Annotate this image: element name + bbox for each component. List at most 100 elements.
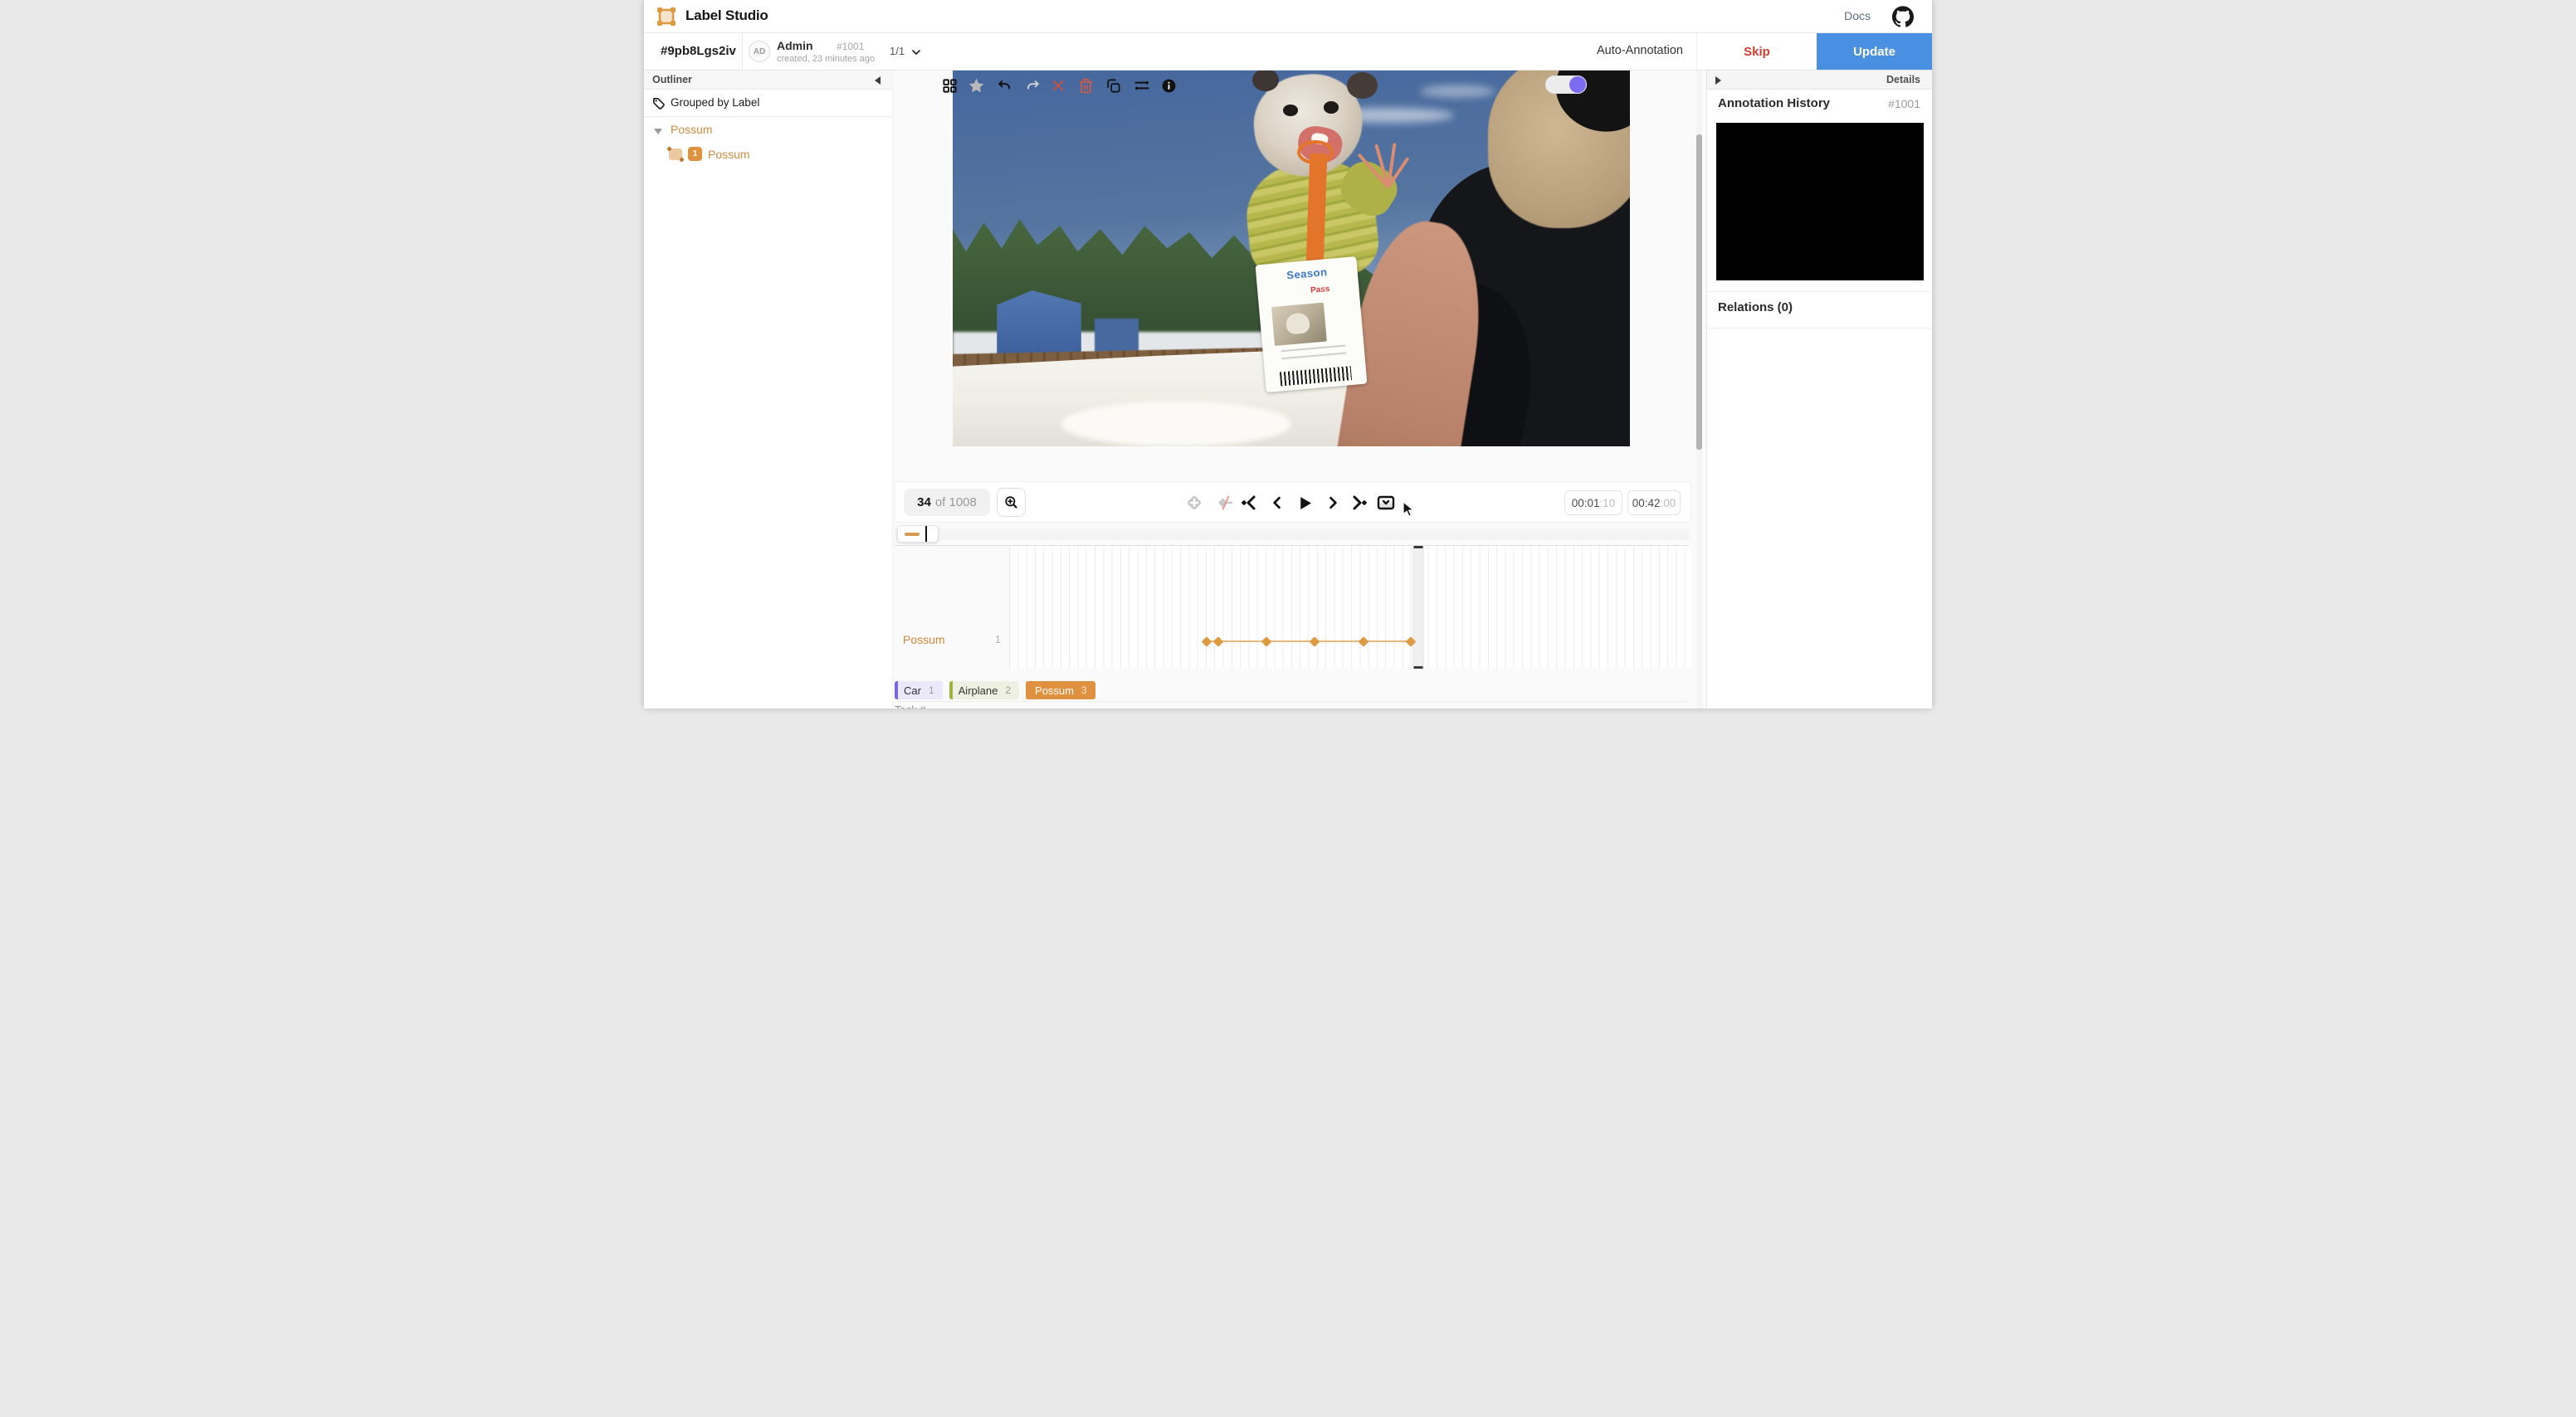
auto-annotation-label: Auto-Annotation <box>1597 44 1683 57</box>
prev-keyframe-icon <box>1239 493 1259 513</box>
chevron-left-icon <box>1269 494 1286 511</box>
region-row-possum[interactable]: 1 Possum <box>644 144 892 166</box>
label-hotkey-bar: Car 1 Airplane 2 Possum 3 <box>895 681 1095 699</box>
label-studio-app: Label Studio Docs #9pb8Lgs2iv AD Admin #… <box>644 0 1932 708</box>
add-keyframe-button[interactable] <box>1183 492 1205 514</box>
total-time-frames: :00 <box>1661 497 1676 509</box>
annotation-history-title: Annotation History <box>1718 96 1830 110</box>
label-hotkey: 3 <box>1081 684 1087 696</box>
keyframe-diamond[interactable] <box>1358 636 1368 647</box>
collapse-panel-icon[interactable] <box>875 76 881 85</box>
current-time-display[interactable]: 00:01:10 <box>1564 490 1622 515</box>
video-canvas[interactable]: Season Pass <box>953 71 1630 446</box>
app-title: Label Studio <box>685 7 768 24</box>
timeline-collapse-button[interactable] <box>1375 492 1397 514</box>
details-panel-title: Details <box>1886 74 1920 85</box>
badge-text-season: Season <box>1256 262 1358 284</box>
total-time-display: 00:42:00 <box>1627 490 1681 515</box>
region-index-badge: 1 <box>688 147 702 161</box>
auto-annotation-toggle[interactable] <box>1545 75 1587 94</box>
total-frames: of 1008 <box>935 495 977 509</box>
tree-group-possum[interactable]: Possum <box>671 123 713 136</box>
next-frame-button[interactable] <box>1322 492 1344 514</box>
prev-keyframe-button[interactable] <box>1238 492 1260 514</box>
annotation-history-preview[interactable] <box>1716 123 1924 280</box>
trash-icon <box>1078 78 1094 94</box>
ground-truth-button[interactable] <box>965 75 987 96</box>
delete-annotation-button[interactable] <box>1075 75 1096 96</box>
label-chip-possum[interactable]: Possum 3 <box>1026 681 1095 699</box>
video-cloud <box>1420 85 1495 97</box>
update-button-label: Update <box>1853 45 1895 59</box>
keyframe-diamond[interactable] <box>1261 636 1272 647</box>
timeline-playhead[interactable] <box>1413 546 1424 669</box>
undo-icon <box>997 78 1012 94</box>
zoom-button[interactable] <box>997 488 1026 517</box>
update-button[interactable]: Update <box>1817 33 1932 70</box>
tree-collapse-caret-icon[interactable] <box>654 129 662 134</box>
docs-link[interactable]: Docs <box>1844 9 1871 22</box>
task-id: #9pb8Lgs2iv <box>661 44 736 58</box>
chevron-right-icon <box>1325 494 1341 511</box>
track-region-count: 1 <box>995 633 1001 645</box>
annotator-name: Admin <box>777 39 813 52</box>
outliner-header: Outliner <box>644 71 892 90</box>
skip-button[interactable]: Skip <box>1696 33 1817 70</box>
label-name: Possum <box>1035 684 1074 697</box>
info-button[interactable] <box>1158 75 1179 96</box>
details-panel: Details Annotation History #1001 Relatio… <box>1706 71 1932 708</box>
badge-text-line <box>1281 344 1346 352</box>
track-label-possum[interactable]: Possum <box>903 633 945 646</box>
close-icon <box>1051 78 1066 93</box>
app-header: Label Studio Docs <box>644 0 1932 33</box>
chevron-down-icon[interactable] <box>910 46 923 59</box>
panel-divider <box>1707 328 1932 329</box>
toolbar-divider <box>742 33 743 70</box>
region-label: Possum <box>708 148 750 161</box>
settings-button[interactable] <box>1131 75 1153 96</box>
keyframe-diamond[interactable] <box>1213 636 1224 647</box>
next-keyframe-button[interactable] <box>1349 492 1370 514</box>
keyframe-diamond[interactable] <box>1310 636 1320 647</box>
zoom-in-icon <box>1003 494 1019 510</box>
outliner-title: Outliner <box>652 74 692 85</box>
view-all-button[interactable] <box>939 75 960 96</box>
reset-button[interactable] <box>1047 75 1069 96</box>
toggle-interpolation-button[interactable] <box>1215 492 1237 514</box>
current-frame: 34 <box>917 495 931 509</box>
annotation-id: #1001 <box>837 41 864 52</box>
user-avatar[interactable]: AD <box>749 41 770 62</box>
badge-text-line <box>1282 352 1347 359</box>
badge-barcode <box>1280 366 1352 386</box>
github-icon[interactable] <box>1892 6 1914 27</box>
duplicate-annotation-button[interactable] <box>1102 75 1124 96</box>
label-chip-car[interactable]: Car 1 <box>895 681 943 699</box>
grouping-selector[interactable]: Grouped by Label <box>644 90 892 117</box>
sliders-icon <box>1134 77 1150 94</box>
annotation-pager: 1/1 <box>890 45 905 57</box>
toggle-knob <box>1569 76 1586 93</box>
possum-ear <box>1347 72 1378 99</box>
label-name: Car <box>904 684 921 697</box>
panel-divider <box>1707 291 1932 292</box>
main-scrollbar-thumb[interactable] <box>1696 134 1702 450</box>
minimap-keyframe-range <box>905 533 920 536</box>
label-color-bar <box>1026 681 1029 699</box>
badge-text-pass: Pass <box>1310 284 1330 295</box>
undo-button[interactable] <box>993 75 1015 96</box>
frame-counter[interactable]: 34 of 1008 <box>904 489 990 516</box>
timeline-minimap-thumb[interactable] <box>897 525 939 543</box>
play-button[interactable] <box>1294 492 1315 514</box>
prev-frame-button[interactable] <box>1266 492 1288 514</box>
minimap-playhead <box>925 526 927 542</box>
season-pass-badge: Season Pass <box>1256 256 1368 392</box>
label-hotkey: 2 <box>1005 684 1011 696</box>
timeline-minimap-track[interactable] <box>895 528 1690 540</box>
redo-button[interactable] <box>1022 75 1043 96</box>
star-icon <box>968 77 985 95</box>
keyframe-diamond[interactable] <box>1201 636 1212 647</box>
play-icon <box>1296 494 1314 512</box>
timeline-grid[interactable] <box>1009 546 1691 669</box>
expand-panel-icon[interactable] <box>1715 76 1721 85</box>
label-chip-airplane[interactable]: Airplane 2 <box>949 681 1019 699</box>
